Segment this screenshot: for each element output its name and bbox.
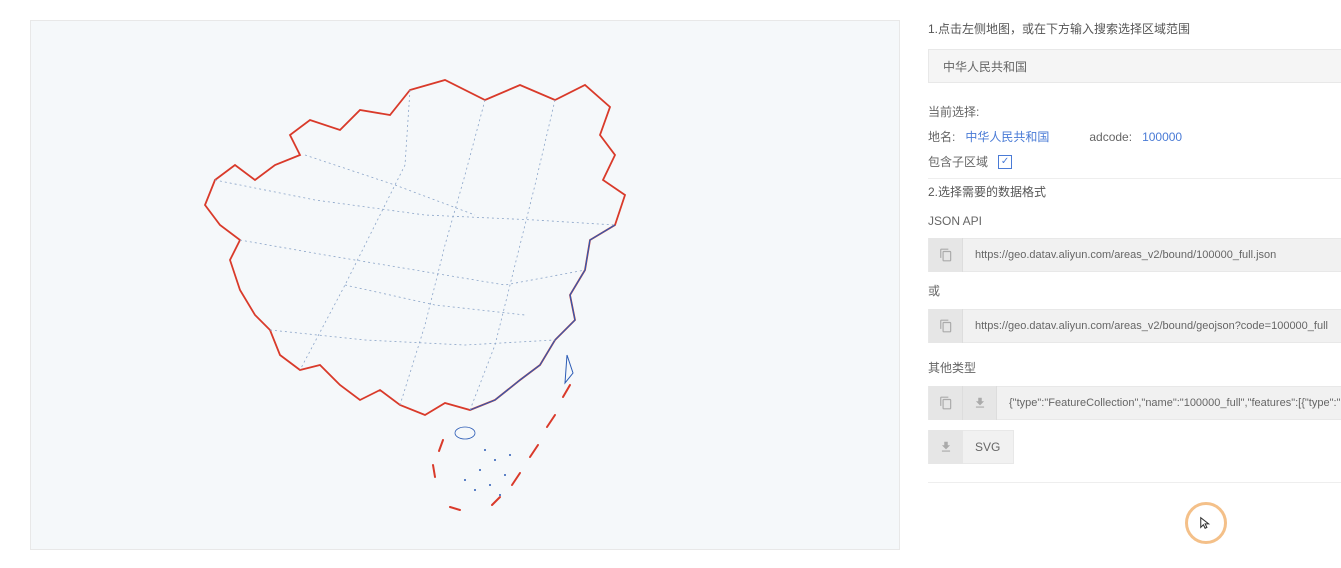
url-box-1: https://geo.datav.aliyun.com/areas_v2/bo… xyxy=(928,238,1341,272)
copy-button-3[interactable] xyxy=(929,386,963,420)
name-label: 地名: xyxy=(928,128,955,145)
name-value-link[interactable]: 中华人民共和国 xyxy=(965,128,1049,145)
current-selection-label: 当前选择: xyxy=(928,103,979,120)
url-box-2: https://geo.datav.aliyun.com/areas_v2/bo… xyxy=(928,309,1341,343)
copy-button-1[interactable] xyxy=(929,238,963,272)
download-button-svg[interactable] xyxy=(929,430,963,464)
other-types-label: 其他类型 xyxy=(928,359,1341,376)
divider xyxy=(928,482,1341,483)
download-button-geojson[interactable] xyxy=(963,386,997,420)
svg-download-button[interactable]: SVG xyxy=(928,430,1014,464)
step2-label: 2.选择需要的数据格式 xyxy=(928,178,1341,200)
map-canvas[interactable] xyxy=(30,20,900,550)
json-api-label: JSON API xyxy=(928,214,1341,228)
url-1-text[interactable]: https://geo.datav.aliyun.com/areas_v2/bo… xyxy=(963,249,1341,261)
adcode-label: adcode: xyxy=(1089,130,1132,144)
options-panel: 1.点击左侧地图，或在下方输入搜索选择区域范围 中华人民共和国 ⌵ 当前选择: … xyxy=(900,20,1341,548)
copy-icon xyxy=(939,319,953,333)
include-children-label: 包含子区域 xyxy=(928,153,988,170)
china-map-svg xyxy=(145,45,785,525)
region-selector-value: 中华人民共和国 xyxy=(943,58,1027,75)
svg-button-label: SVG xyxy=(963,440,1000,454)
or-label: 或 xyxy=(928,282,1341,299)
download-icon xyxy=(939,440,953,454)
include-children-checkbox[interactable]: ✓ xyxy=(998,155,1012,169)
geojson-box: {"type":"FeatureCollection","name":"1000… xyxy=(928,386,1341,420)
copy-icon xyxy=(939,248,953,262)
step1-label: 1.点击左侧地图，或在下方输入搜索选择区域范围 xyxy=(928,20,1341,37)
geojson-snippet-text[interactable]: {"type":"FeatureCollection","name":"1000… xyxy=(997,397,1341,409)
copy-button-2[interactable] xyxy=(929,309,963,343)
download-icon xyxy=(973,396,987,410)
copy-icon xyxy=(939,396,953,410)
url-2-text[interactable]: https://geo.datav.aliyun.com/areas_v2/bo… xyxy=(963,320,1341,332)
adcode-value-link[interactable]: 100000 xyxy=(1142,130,1182,144)
region-selector[interactable]: 中华人民共和国 ⌵ xyxy=(928,49,1341,83)
